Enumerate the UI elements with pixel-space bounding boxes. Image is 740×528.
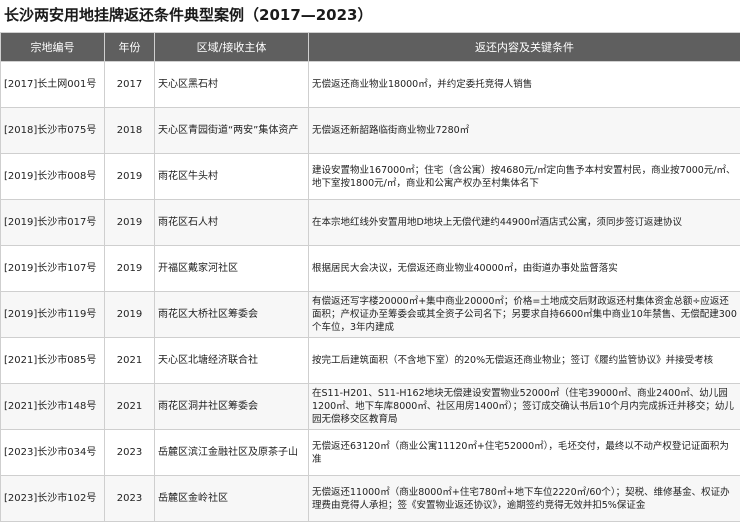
cell-id: [2019]长沙市017号: [0, 199, 105, 246]
page-title: 长沙两安用地挂牌返还条件典型案例（2017—2023）: [4, 6, 373, 24]
cell-condition: 无偿返还11000㎡（商业8000㎡+住宅780㎡+地下车位2220㎡/60个）…: [308, 475, 740, 522]
table-row: [2023]长沙市034号 2023 岳麓区滨江金融社区及原茶子山 无偿返还63…: [0, 429, 740, 476]
cell-condition: 无偿返还63120㎡（商业公寓11120㎡+住宅52000㎡），毛坯交付，最终以…: [308, 429, 740, 476]
cell-area: 天心区北塘经济联合社: [154, 337, 309, 384]
table-row: [2019]长沙市017号 2019 雨花区石人村 在本宗地红线外安置用地D地块…: [0, 199, 740, 246]
cell-area: 岳麓区金岭社区: [154, 475, 309, 522]
cell-id: [2019]长沙市107号: [0, 245, 105, 292]
cell-condition: 根据居民大会决议，无偿返还商业物业40000㎡，由街道办事处监督落实: [308, 245, 740, 292]
cell-area: 天心区青园街道“两安”集体资产: [154, 107, 309, 154]
cell-condition: 建设安置物业167000㎡；住宅（含公寓）按4680元/㎡定向售予本村安置村民，…: [308, 153, 740, 200]
cell-year: 2019: [104, 291, 155, 338]
table-row: [2017]长土网001号 2017 天心区黑石村 无偿返还商业物业18000㎡…: [0, 61, 740, 108]
table-row: [2019]长沙市119号 2019 雨花区大桥社区筹委会 有偿返还写字楼200…: [0, 291, 740, 338]
cell-condition: 在本宗地红线外安置用地D地块上无偿代建约44900㎡酒店式公寓，须同步签订返建协…: [308, 199, 740, 246]
cell-condition: 无偿返还新韶路临街商业物业7280㎡: [308, 107, 740, 154]
cell-year: 2021: [104, 383, 155, 430]
cell-year: 2023: [104, 475, 155, 522]
table-row: [2021]长沙市085号 2021 天心区北塘经济联合社 按完工后建筑面积（不…: [0, 337, 740, 384]
cell-area: 雨花区石人村: [154, 199, 309, 246]
cell-area: 雨花区大桥社区筹委会: [154, 291, 309, 338]
cell-id: [2021]长沙市148号: [0, 383, 105, 430]
cell-id: [2019]长沙市119号: [0, 291, 105, 338]
column-header-area: 区域/接收主体: [154, 32, 309, 62]
cell-condition: 无偿返还商业物业18000㎡，并约定委托竞得人销售: [308, 61, 740, 108]
cell-year: 2019: [104, 199, 155, 246]
cell-condition: 有偿返还写字楼20000㎡+集中商业20000㎡；价格=土地成交后财政返还村集体…: [308, 291, 740, 338]
table-row: [2018]长沙市075号 2018 天心区青园街道“两安”集体资产 无偿返还新…: [0, 107, 740, 154]
cell-area: 岳麓区滨江金融社区及原茶子山: [154, 429, 309, 476]
table-row: [2023]长沙市102号 2023 岳麓区金岭社区 无偿返还11000㎡（商业…: [0, 475, 740, 522]
cell-id: [2018]长沙市075号: [0, 107, 105, 154]
cell-id: [2023]长沙市102号: [0, 475, 105, 522]
cell-area: 开福区戴家河社区: [154, 245, 309, 292]
cases-table: 宗地编号 年份 区域/接收主体 返还内容及关键条件 [2017]长土网001号 …: [0, 32, 740, 522]
cell-year: 2018: [104, 107, 155, 154]
cell-year: 2019: [104, 245, 155, 292]
column-header-id: 宗地编号: [0, 32, 105, 62]
header-row: 宗地编号 年份 区域/接收主体 返还内容及关键条件: [0, 32, 740, 62]
cell-year: 2019: [104, 153, 155, 200]
cell-year: 2017: [104, 61, 155, 108]
column-header-condition: 返还内容及关键条件: [308, 32, 740, 62]
cell-id: [2023]长沙市034号: [0, 429, 105, 476]
cell-area: 雨花区牛头村: [154, 153, 309, 200]
cell-area: 天心区黑石村: [154, 61, 309, 108]
cell-condition: 按完工后建筑面积（不含地下室）的20%无偿返还商业物业；签订《履约监管协议》并接…: [308, 337, 740, 384]
cell-area: 雨花区洞井社区筹委会: [154, 383, 309, 430]
cell-year: 2023: [104, 429, 155, 476]
cell-id: [2017]长土网001号: [0, 61, 105, 108]
column-header-year: 年份: [104, 32, 155, 62]
cell-year: 2021: [104, 337, 155, 384]
table-row: [2021]长沙市148号 2021 雨花区洞井社区筹委会 在S11-H201、…: [0, 383, 740, 430]
table-row: [2019]长沙市107号 2019 开福区戴家河社区 根据居民大会决议，无偿返…: [0, 245, 740, 292]
cell-condition: 在S11-H201、S11-H162地块无偿建设安置物业52000㎡（住宅390…: [308, 383, 740, 430]
cell-id: [2019]长沙市008号: [0, 153, 105, 200]
table-row: [2019]长沙市008号 2019 雨花区牛头村 建设安置物业167000㎡；…: [0, 153, 740, 200]
cell-id: [2021]长沙市085号: [0, 337, 105, 384]
